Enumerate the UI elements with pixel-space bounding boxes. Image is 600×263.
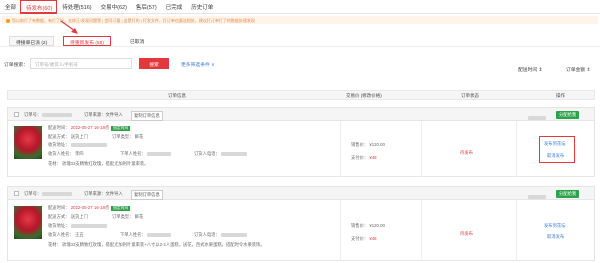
sort-order-amount[interactable]: 订单金额 ⇕: [566, 66, 591, 73]
orderer-name: 下单人姓名：: [120, 232, 171, 238]
subtab-pending-republish[interactable]: 待重新发布 (58): [63, 36, 111, 46]
order-no-label: 订单号：: [24, 191, 42, 196]
notice-bar: 您以前打了有数据，有打了好，去修正/发现问题等 | 会同订量 | 这是打的 | …: [2, 16, 598, 24]
delivery-time: 配送时间： 2022-05-27 16-18点 指定时间: [48, 125, 131, 131]
sale-price: 销售价： ¥120.00: [351, 223, 385, 228]
publish-button[interactable]: 发布到花坛: [544, 223, 565, 229]
order-source: 订单来源：文件导入: [84, 191, 123, 196]
tab-after-sale[interactable]: 售后(57): [131, 0, 161, 14]
orderer-name: 下单人姓名：: [120, 151, 171, 157]
sub-tabs: 待接单已派 (2) 待重新发布 (58) 已取消: [0, 33, 600, 47]
subtab-pending-receipt[interactable]: 待接单已派 (2): [9, 36, 55, 46]
delivery-method: 配送方式： 送货上门: [48, 134, 88, 139]
tab-completed[interactable]: 已完成: [161, 0, 187, 14]
assign-button[interactable]: 分配给我: [556, 190, 580, 198]
column-status: 订单状态: [461, 93, 479, 98]
order-no-label: 订单号：: [24, 112, 42, 117]
flower-content: 花材： 玫瑰33支精致红玫瑰，搭配尤加利叶紧束装+八寸以2-2人蛋糕，送花，西式…: [48, 242, 265, 247]
order-checkbox[interactable]: [14, 112, 19, 117]
warning-icon: [6, 18, 10, 23]
tab-in-trade[interactable]: 交易中(62): [96, 0, 131, 14]
copy-order-button[interactable]: 复制订单信息: [131, 111, 163, 121]
search-label: 订单搜索：: [4, 63, 28, 68]
annotation-arrow-icon: [60, 20, 78, 34]
table-header: 订单信息 交易价 (修改价格) 订单状态 操作: [7, 90, 595, 100]
flower-content: 花材： 玫瑰33支精致红玫瑰，搭配尤加利叶紧束装。: [48, 161, 149, 166]
delivery-method: 配送方式： 送货上门: [48, 214, 88, 219]
column-action: 操作: [556, 93, 565, 98]
order-status: 待发布: [460, 231, 473, 236]
pay-price: 支付价： ¥48: [351, 236, 377, 241]
tab-pending-publish[interactable]: 待发布(60): [20, 0, 58, 14]
order-category: 订单类型： 鲜花: [112, 214, 144, 219]
tab-history[interactable]: 历史订单: [186, 0, 217, 14]
cancel-publish-button[interactable]: 取消发布: [547, 153, 564, 159]
subtab-cancelled[interactable]: 已取消: [124, 36, 150, 46]
notice-text: 您以前打了有数据，有打了好，去修正/发现问题等 | 会同订量 | 这是打的 | …: [12, 18, 255, 23]
order-header: 订单号： 订单来源：文件导入 复制订单信息 分配给我: [8, 187, 594, 200]
order-header: 订单号： 订单来源：文件导入 复制订单信息 分配给我: [8, 108, 594, 121]
order-no-redacted: [42, 113, 72, 117]
shipping-address: 收货地址：: [48, 142, 107, 148]
orderer-phone: 订货人电话：: [194, 232, 247, 238]
tab-pending-process[interactable]: 待处理(516): [57, 0, 95, 14]
order-card: 订单号： 订单来源：文件导入 复制订单信息 分配给我 配送时间： 2022-05…: [7, 186, 595, 261]
column-info: 订单信息: [168, 93, 186, 98]
search-bar: 订单搜索： 订单号/收货人/手机号 搜索 更多筛选条件 ∨ 配送时间 ⇕ 订单金…: [0, 58, 600, 73]
order-card: 订单号： 订单来源：文件导入 复制订单信息 分配给我 配送时间： 2022-05…: [7, 107, 595, 177]
cancel-publish-button[interactable]: 取消发布: [547, 234, 564, 240]
search-button[interactable]: 搜索: [139, 58, 169, 69]
product-image: [14, 206, 42, 239]
order-no-redacted: [42, 192, 72, 196]
copy-order-button[interactable]: 复制订单信息: [131, 190, 163, 200]
order-category: 订单类型： 鲜花: [112, 134, 144, 139]
assign-button[interactable]: 分配给我: [556, 111, 580, 119]
product-image: [14, 126, 42, 159]
pay-price: 支付价： ¥48: [351, 155, 377, 160]
publish-button[interactable]: 发布到花坛: [544, 141, 565, 147]
sort-delivery-time[interactable]: 配送时间 ⇕: [518, 66, 543, 73]
orderer-phone: 订货人电话：: [194, 151, 247, 157]
delivery-time: 配送时间： 2022-05-27 16-18点 指定时间: [48, 205, 131, 211]
order-source: 订单来源：文件导入: [84, 112, 123, 117]
order-checkbox[interactable]: [14, 191, 19, 196]
sale-price: 销售价： ¥120.00: [351, 142, 385, 147]
status-tabs: 全部 待发布(60) 待处理(516) 交易中(62) 售后(57) 已完成 历…: [0, 0, 600, 14]
shipping-address: 收货地址：: [48, 223, 107, 229]
order-status: 待发布: [460, 150, 473, 155]
receiver-name: 收货人姓名： 王五: [48, 232, 84, 237]
search-input[interactable]: 订单号/收货人/手机号: [30, 58, 132, 69]
column-amount: 交易价 (修改价格): [346, 93, 382, 98]
edit-price-link[interactable]: 修改价格: [362, 93, 380, 98]
tab-all[interactable]: 全部: [0, 0, 20, 14]
receiver-name: 收货人姓名： 李四: [48, 151, 84, 156]
more-filters-link[interactable]: 更多筛选条件 ∨: [181, 61, 215, 68]
